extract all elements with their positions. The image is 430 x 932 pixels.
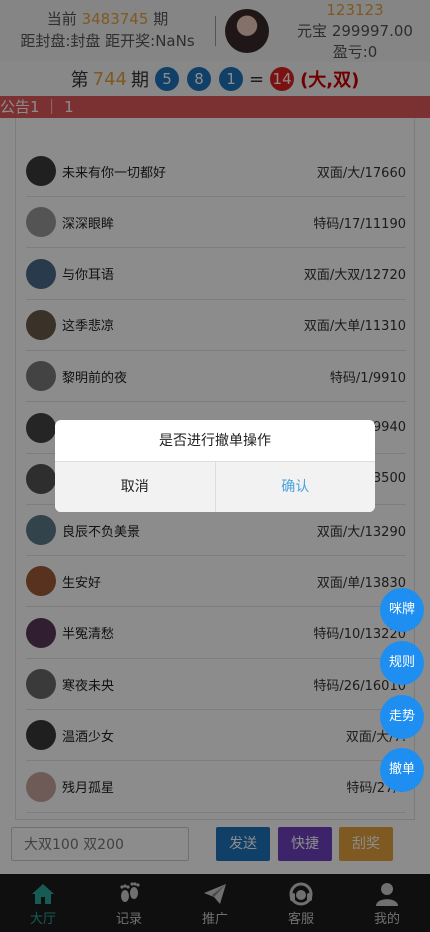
float-trend-button[interactable]: 走势 — [380, 695, 424, 739]
float-rules-button[interactable]: 规则 — [380, 641, 424, 685]
dialog-confirm-button[interactable]: 确认 — [214, 462, 375, 512]
float-mipai-button[interactable]: 咪牌 — [380, 588, 424, 632]
dialog-message: 是否进行撤单操作 — [55, 420, 375, 462]
cancel-bet-dialog: 是否进行撤单操作 取消 确认 — [55, 420, 375, 512]
dialog-cancel-button[interactable]: 取消 — [55, 462, 215, 512]
float-cancel-bet-button[interactable]: 撤单 — [380, 748, 424, 792]
